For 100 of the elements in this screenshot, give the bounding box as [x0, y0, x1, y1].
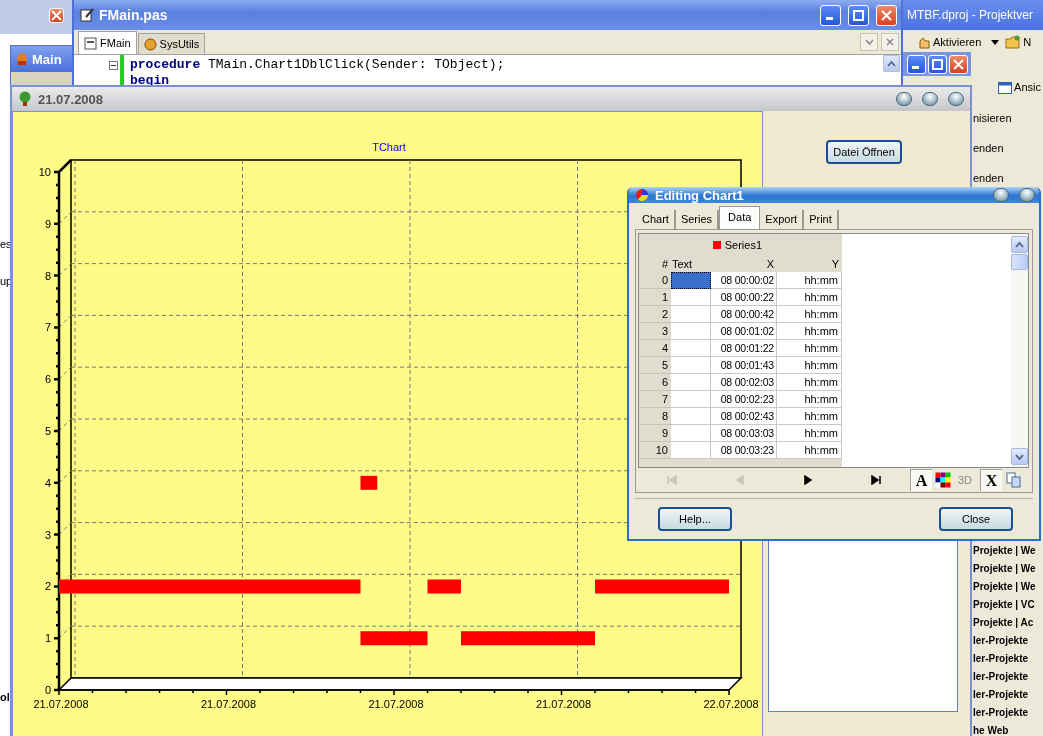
table-cell[interactable]: hh:mm [777, 272, 842, 289]
list-item[interactable]: Projekte | We [973, 560, 1043, 578]
scroll-thumb[interactable] [1011, 254, 1028, 270]
maximize-icon [853, 9, 864, 21]
window-control-button[interactable] [1019, 188, 1035, 202]
axis-label: 8 [44, 269, 51, 282]
copy-icon [1005, 472, 1021, 488]
first-record-icon [667, 475, 677, 485]
tool-button[interactable]: X [980, 469, 1002, 491]
tool-button[interactable]: A [910, 469, 932, 491]
caret-icon[interactable] [991, 39, 1000, 45]
column-header: X [765, 257, 775, 272]
list-item[interactable]: ler-Projekte [973, 668, 1043, 686]
tab[interactable]: FMain [78, 31, 137, 54]
close-icon [51, 10, 62, 21]
minimize-icon [911, 66, 919, 69]
table-cell[interactable]: hh:mm [777, 357, 842, 374]
calendar-icon [998, 80, 1013, 94]
dropdown-button[interactable] [860, 33, 878, 51]
table-cell[interactable]: hh:mm [777, 408, 842, 425]
list-item[interactable]: ler-Projekte [973, 704, 1043, 722]
table-cell[interactable]: hh:mm [777, 442, 842, 459]
window-title: MTBF.dproj - Projektver [907, 8, 1034, 22]
arrow-up-icon [1015, 241, 1024, 248]
toolbar-button[interactable]: N [1005, 35, 1032, 49]
notepad-icon [80, 8, 94, 22]
table-cell[interactable]: hh:mm [777, 340, 842, 357]
list-item[interactable]: Projekte | We [973, 542, 1043, 560]
series-name: Series1 [724, 239, 762, 251]
axis-label: 22.07.2008 [703, 698, 759, 710]
toolbar-button[interactable]: Ansic [998, 80, 1041, 94]
table-cell[interactable]: hh:mm [777, 391, 842, 408]
arrow-down-icon [1015, 453, 1024, 460]
window-control-button[interactable] [948, 92, 964, 106]
maximize-button[interactable] [928, 54, 947, 74]
close-icon [886, 38, 894, 46]
axis-label: 7 [44, 321, 51, 334]
tab[interactable]: Data [719, 206, 761, 229]
menu-item[interactable]: enden [973, 172, 1043, 188]
minimize-button[interactable] [820, 4, 841, 26]
table-cell[interactable]: 08 00:00:42 [711, 306, 777, 323]
window-control-button[interactable] [896, 92, 912, 106]
close-icon [953, 58, 964, 70]
collapse-icon[interactable] [109, 61, 118, 70]
list-item[interactable]: ler-Projekte [973, 650, 1043, 668]
maximize-button[interactable] [848, 4, 869, 26]
axis-label: 4 [44, 476, 51, 489]
toolbar-button[interactable]: Aktivieren [917, 35, 982, 49]
minimize-button[interactable] [907, 54, 926, 74]
open-file-button[interactable]: Datei Öffnen [826, 140, 902, 164]
chart-icon [635, 188, 649, 202]
table-cell[interactable]: 08 00:01:22 [711, 340, 777, 357]
list-item[interactable]: Projekte | Ac [973, 614, 1043, 632]
table-cell[interactable]: hh:mm [777, 374, 842, 391]
axis-label: 21.07.2008 [33, 698, 89, 710]
label-fragment: ol [0, 691, 10, 703]
window-control-button[interactable] [993, 188, 1009, 202]
table-cell[interactable]: hh:mm [777, 289, 842, 306]
last-record-icon [871, 475, 881, 485]
scroll-up-button[interactable] [1011, 236, 1028, 253]
scroll-up-button[interactable] [883, 55, 900, 72]
table-cell[interactable]: 08 00:01:43 [711, 357, 777, 374]
menu-item[interactable]: nisieren [973, 112, 1043, 128]
dialog-button[interactable]: Help... [658, 507, 732, 531]
table-cell[interactable]: 08 00:03:03 [711, 425, 777, 442]
window-title: Main [32, 51, 62, 67]
code-line: procedure TMain.Chart1DblClick(Sender: TObject); [130, 57, 506, 73]
list-item[interactable]: Projekte | VC [973, 596, 1043, 614]
tab[interactable]: SysUtils [137, 33, 206, 54]
axis-label: 3 [44, 528, 51, 541]
table-cell[interactable]: 08 00:02:03 [711, 374, 777, 391]
form-icon [84, 36, 97, 50]
list-item[interactable]: ler-Projekte [973, 632, 1043, 650]
table-cell[interactable]: 08 00:01:02 [711, 323, 777, 340]
axis-label: 1 [44, 632, 51, 645]
code-line: begin [130, 73, 170, 89]
axis-label: 2 [44, 580, 51, 593]
helmet-icon [16, 52, 28, 66]
list-item[interactable]: Projekte | We [973, 578, 1043, 596]
axis-label: 6 [44, 373, 51, 386]
list-item[interactable]: he Web [973, 722, 1043, 736]
axis-label: 9 [44, 217, 51, 230]
menu-item[interactable]: enden [973, 142, 1043, 158]
axis-label: 21.07.2008 [535, 698, 592, 710]
table-cell[interactable]: hh:mm [777, 323, 842, 340]
scroll-down-button[interactable] [1011, 448, 1028, 465]
table-cell[interactable] [671, 272, 711, 289]
table-cell[interactable]: 08 00:00:02 [711, 272, 777, 289]
table-cell[interactable]: 08 00:02:43 [711, 408, 777, 425]
window-control-button[interactable] [922, 92, 938, 106]
table-cell[interactable]: hh:mm [777, 306, 842, 323]
list-item[interactable]: ler-Projekte [973, 686, 1043, 704]
dialog-button[interactable]: Close [939, 507, 1013, 531]
close-button[interactable] [881, 33, 899, 51]
scrollbar[interactable] [1011, 234, 1028, 467]
table-cell[interactable]: hh:mm [777, 425, 842, 442]
table-cell[interactable]: 08 00:00:22 [711, 289, 777, 306]
table-cell[interactable]: 08 00:03:23 [711, 442, 777, 459]
table-cell[interactable]: 08 00:02:23 [711, 391, 777, 408]
axis-label: 0 [44, 684, 51, 696]
